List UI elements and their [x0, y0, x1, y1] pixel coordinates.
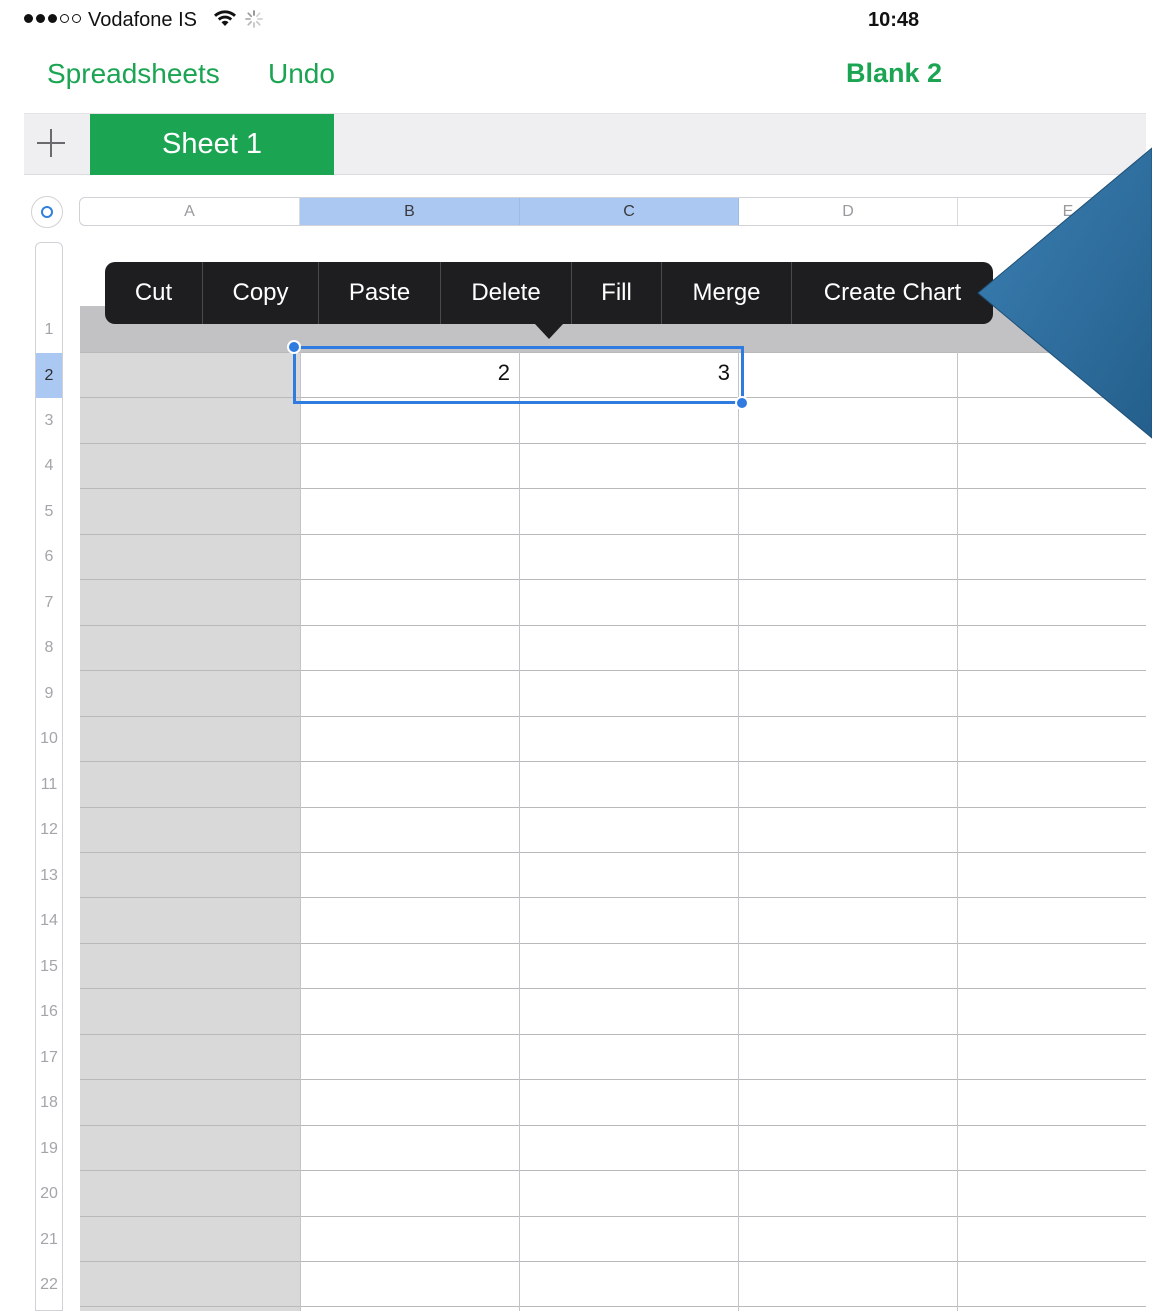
- document-title[interactable]: Blank 2: [846, 58, 942, 89]
- grid-row-line: [80, 488, 1146, 489]
- grid-row-line: [80, 579, 1146, 580]
- menu-cut[interactable]: Cut: [105, 262, 203, 324]
- activity-spinner-icon: [245, 10, 263, 28]
- row-header-17[interactable]: 17: [36, 1035, 62, 1080]
- menu-fill[interactable]: Fill: [572, 262, 662, 324]
- spreadsheets-back-button[interactable]: Spreadsheets: [47, 58, 220, 90]
- row-header-20[interactable]: 20: [36, 1171, 62, 1217]
- menu-copy[interactable]: Copy: [203, 262, 319, 324]
- grid-row-line: [80, 1261, 1146, 1262]
- column-header-d[interactable]: D: [739, 198, 958, 225]
- menu-create-chart[interactable]: Create Chart: [792, 262, 993, 324]
- grid-row-line: [80, 1306, 1146, 1307]
- grid-row-line: [80, 1125, 1146, 1126]
- row-header-22[interactable]: 22: [36, 1262, 62, 1308]
- grid-row-line: [80, 534, 1146, 535]
- grid-row-line: [80, 716, 1146, 717]
- status-bar: Vodafone IS 10:48: [0, 0, 1152, 40]
- grid-row-line: [80, 761, 1146, 762]
- grid-row-line: [80, 852, 1146, 853]
- clock: 10:48: [868, 9, 920, 31]
- grid-row-line: [80, 625, 1146, 626]
- row-header-14[interactable]: 14: [36, 898, 62, 944]
- sheet-tab-bar: Sheet 1: [24, 113, 1146, 175]
- menu-merge[interactable]: Merge: [662, 262, 792, 324]
- grid-row-line: [80, 1170, 1146, 1171]
- grid-row-line: [80, 1034, 1146, 1035]
- menu-paste[interactable]: Paste: [319, 262, 441, 324]
- add-sheet-icon[interactable]: [34, 126, 68, 160]
- column-header-e[interactable]: E: [958, 198, 1146, 225]
- undo-button[interactable]: Undo: [268, 58, 335, 90]
- row-header-15[interactable]: 15: [36, 944, 62, 989]
- row-header-11[interactable]: 11: [36, 762, 62, 807]
- wifi-icon: [214, 10, 236, 26]
- grid-row-line: [80, 443, 1146, 444]
- grid-row-line: [80, 1079, 1146, 1080]
- signal-strength-icon: [24, 14, 81, 23]
- column-header-b[interactable]: B: [300, 198, 520, 225]
- grid-row-line: [80, 1216, 1146, 1217]
- row-header-1[interactable]: 1: [36, 307, 62, 353]
- row-header-bar: 1 2 3 4 5 6 7 8 9 10 11 12 13 14 15 16 1…: [35, 242, 63, 1311]
- select-all-icon[interactable]: [31, 196, 63, 228]
- menu-delete[interactable]: Delete: [441, 262, 572, 324]
- row-header-9[interactable]: 9: [36, 671, 62, 716]
- row-header-13[interactable]: 13: [36, 853, 62, 898]
- context-menu-arrow: [535, 324, 563, 339]
- row-header-16[interactable]: 16: [36, 989, 62, 1035]
- grid-row-line: [80, 897, 1146, 898]
- column-header-a[interactable]: A: [80, 198, 300, 225]
- grid-row-line: [80, 988, 1146, 989]
- grid-row-line: [80, 807, 1146, 808]
- row-header-8[interactable]: 8: [36, 625, 62, 671]
- column-header-c[interactable]: C: [520, 198, 739, 225]
- cell-selection[interactable]: [293, 346, 744, 404]
- row-header-21[interactable]: 21: [36, 1217, 62, 1262]
- grid-row-line: [80, 670, 1146, 671]
- row-header-7[interactable]: 7: [36, 580, 62, 625]
- row-header-3[interactable]: 3: [36, 398, 62, 443]
- spreadsheet-grid[interactable]: [80, 306, 1146, 1311]
- row-header-4[interactable]: 4: [36, 443, 62, 489]
- row-header-18[interactable]: 18: [36, 1080, 62, 1126]
- row-header-12[interactable]: 12: [36, 807, 62, 853]
- tab-sheet-1[interactable]: Sheet 1: [90, 114, 334, 175]
- row-header-5[interactable]: 5: [36, 489, 62, 534]
- row-header-2[interactable]: 2: [36, 353, 62, 398]
- selection-handle-start[interactable]: [287, 340, 301, 354]
- context-menu: Cut Copy Paste Delete Fill Merge Create …: [105, 262, 993, 324]
- grid-row-line: [80, 943, 1146, 944]
- header-column-a[interactable]: [80, 352, 300, 1311]
- column-header-bar: A B C D E: [79, 197, 1146, 226]
- carrier-name: Vodafone IS: [88, 9, 197, 31]
- row-header-19[interactable]: 19: [36, 1126, 62, 1171]
- row-header-6[interactable]: 6: [36, 534, 62, 580]
- row-header-10[interactable]: 10: [36, 716, 62, 762]
- selection-handle-end[interactable]: [735, 396, 749, 410]
